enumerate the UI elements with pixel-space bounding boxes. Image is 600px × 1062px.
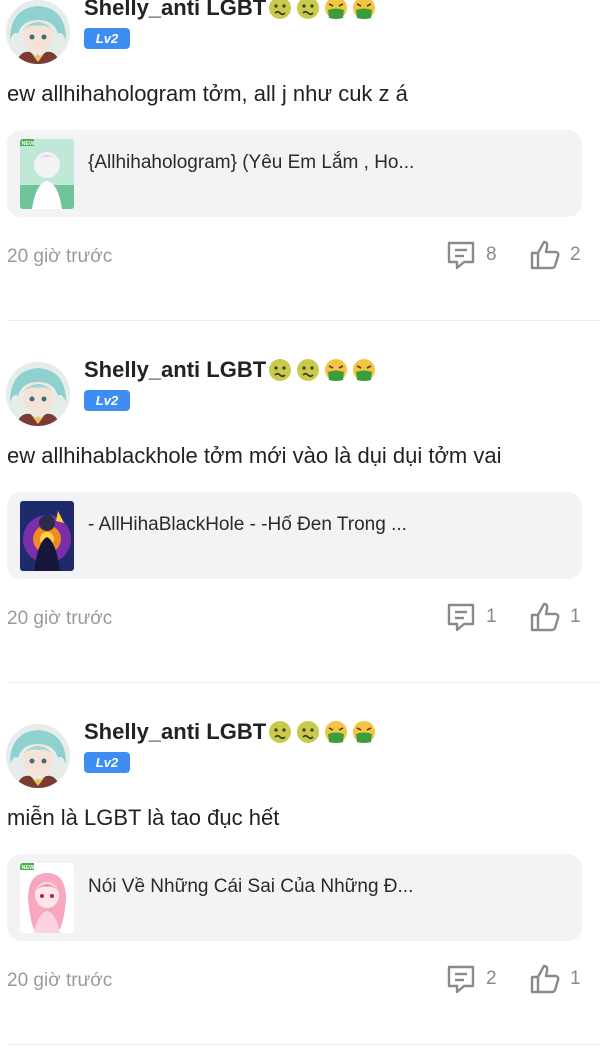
reply-count: 2 — [486, 968, 497, 989]
reply-button[interactable]: 1 — [444, 599, 497, 635]
thumbs-up-icon — [530, 240, 560, 270]
emoji-group — [268, 720, 376, 744]
thumbs-up-icon — [530, 964, 560, 994]
comment-text: ew allhihablackhole tởm mới vào là dụi d… — [7, 443, 502, 468]
divider — [7, 1044, 600, 1045]
divider — [7, 682, 600, 683]
comment-item: Shelly_anti LGBT Lv2 ew allhihablackhole… — [0, 338, 600, 700]
story-card[interactable]: - AllHihaBlackHole - -Hố Đen Trong ... — [7, 492, 582, 579]
reply-count: 8 — [486, 244, 497, 265]
story-badge: NEW — [22, 865, 36, 871]
username-text: Shelly_anti LGBT — [84, 719, 267, 744]
divider — [7, 320, 600, 321]
story-badge: NEW — [22, 141, 36, 147]
story-title: {Allhihahologram} (Yêu Em Lắm , Ho... — [88, 152, 415, 173]
story-card[interactable]: NEW {Allhihahologram} (Yêu Em Lắm , Ho..… — [7, 130, 582, 217]
username-text: Shelly_anti LGBT — [84, 357, 267, 382]
emoji-group — [268, 0, 376, 20]
comment-item: Shelly_anti LGBT Lv2 ew allhihahologram … — [0, 0, 600, 338]
reply-button[interactable]: 2 — [444, 961, 497, 997]
sick-face-icon — [269, 0, 292, 19]
timestamp: 20 giờ trước — [7, 246, 113, 267]
level-badge: Lv2 — [84, 28, 130, 49]
thumbs-up-icon — [530, 602, 560, 632]
story-title: - AllHihaBlackHole - -Hố Đen Trong ... — [88, 514, 407, 535]
sick-face-icon — [269, 721, 292, 743]
like-button[interactable]: 1 — [528, 599, 581, 635]
timestamp: 20 giờ trước — [7, 970, 113, 991]
comment-text: miễn là LGBT là tao đục hết — [7, 805, 280, 830]
reply-count: 1 — [486, 606, 497, 627]
comment-icon — [447, 965, 475, 994]
vomiting-face-icon — [325, 721, 348, 743]
like-button[interactable]: 2 — [528, 237, 581, 273]
like-count: 1 — [570, 968, 581, 989]
vomiting-face-icon — [325, 0, 348, 19]
sick-face-icon — [269, 359, 292, 381]
comment-icon — [447, 241, 475, 270]
sick-face-icon — [297, 0, 320, 19]
story-thumbnail: NEW — [20, 863, 74, 933]
username[interactable]: Shelly_anti LGBT — [84, 357, 376, 383]
level-badge: Lv2 — [84, 390, 130, 411]
like-count: 2 — [570, 244, 581, 265]
vomiting-face-icon — [325, 359, 348, 381]
vomiting-face-icon — [353, 0, 376, 19]
comment-feed: Shelly_anti LGBT Lv2 ew allhihahologram … — [0, 0, 600, 1062]
story-thumbnail: NEW — [20, 139, 74, 209]
comment-text: ew allhihahologram tởm, all j như cuk z … — [7, 81, 408, 106]
comment-item: Shelly_anti LGBT Lv2 miễn là LGBT là tao… — [0, 700, 600, 1062]
avatar[interactable] — [6, 0, 70, 64]
story-title: Nói Về Những Cái Sai Của Những Đ... — [88, 876, 414, 897]
avatar[interactable] — [6, 724, 70, 788]
sick-face-icon — [297, 359, 320, 381]
comment-icon — [447, 603, 475, 632]
vomiting-face-icon — [353, 359, 376, 381]
like-button[interactable]: 1 — [528, 961, 581, 997]
username[interactable]: Shelly_anti LGBT — [84, 0, 376, 21]
sick-face-icon — [297, 721, 320, 743]
emoji-group — [268, 358, 376, 382]
timestamp: 20 giờ trước — [7, 608, 113, 629]
reply-button[interactable]: 8 — [444, 237, 497, 273]
avatar[interactable] — [6, 362, 70, 426]
story-card[interactable]: NEW Nói Về Những Cái Sai Của Những Đ... — [7, 854, 582, 941]
like-count: 1 — [570, 606, 581, 627]
username-text: Shelly_anti LGBT — [84, 0, 267, 20]
vomiting-face-icon — [353, 721, 376, 743]
story-thumbnail — [20, 501, 74, 571]
username[interactable]: Shelly_anti LGBT — [84, 719, 376, 745]
level-badge: Lv2 — [84, 752, 130, 773]
